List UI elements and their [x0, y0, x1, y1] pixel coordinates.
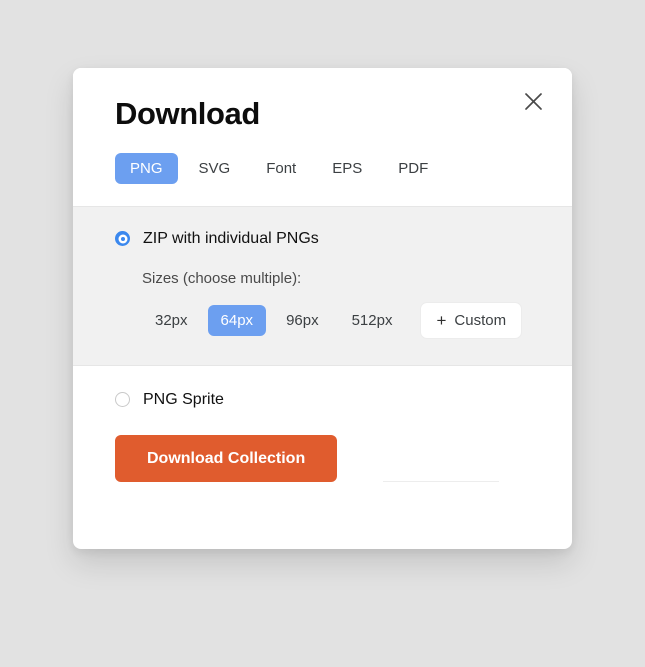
- sizes-caption: Sizes (choose multiple):: [142, 269, 302, 287]
- tab-font[interactable]: Font: [251, 153, 311, 184]
- add-custom-size-label: Custom: [454, 311, 507, 329]
- radio-option-zip[interactable]: ZIP with individual PNGs: [115, 229, 530, 247]
- tab-png[interactable]: PNG: [115, 152, 178, 184]
- size-chip-32[interactable]: 32px: [142, 305, 201, 336]
- plus-icon: +: [436, 310, 447, 330]
- tab-svg[interactable]: SVG: [184, 153, 246, 184]
- radio-sprite-label: PNG Sprite: [143, 390, 224, 408]
- tab-pdf[interactable]: PDF: [383, 153, 443, 184]
- size-chip-96[interactable]: 96px: [273, 305, 332, 336]
- radio-sprite-indicator[interactable]: [115, 392, 130, 408]
- page-title: Download: [115, 96, 260, 131]
- download-modal: Download PNG SVG Font EPS PDF ZIP with i…: [73, 68, 572, 549]
- page-background: Download PNG SVG Font EPS PDF ZIP with i…: [0, 0, 645, 667]
- size-chip-512[interactable]: 512px: [339, 305, 406, 336]
- add-custom-size-button[interactable]: + Custom: [420, 301, 523, 339]
- close-button[interactable]: [518, 86, 548, 116]
- download-collection-button[interactable]: Download Collection: [115, 434, 338, 482]
- modal-footer: PNG Sprite Download Collection: [73, 365, 572, 482]
- modal-header: Download PNG SVG Font EPS PDF: [73, 68, 572, 206]
- zip-option-panel: ZIP with individual PNGs Sizes (choose m…: [73, 205, 572, 366]
- close-icon: [524, 92, 543, 111]
- radio-zip-indicator[interactable]: [115, 231, 130, 247]
- footer-divider: [383, 480, 499, 482]
- radio-option-sprite[interactable]: PNG Sprite: [115, 390, 530, 408]
- radio-zip-label: ZIP with individual PNGs: [143, 229, 319, 247]
- format-tab-list: PNG SVG Font EPS PDF: [115, 152, 530, 206]
- action-row: Download Collection: [115, 434, 530, 482]
- size-chip-list: 32px 64px 96px 512px + Custom: [142, 301, 530, 339]
- size-chip-64[interactable]: 64px: [207, 304, 267, 336]
- tab-eps[interactable]: EPS: [317, 153, 377, 184]
